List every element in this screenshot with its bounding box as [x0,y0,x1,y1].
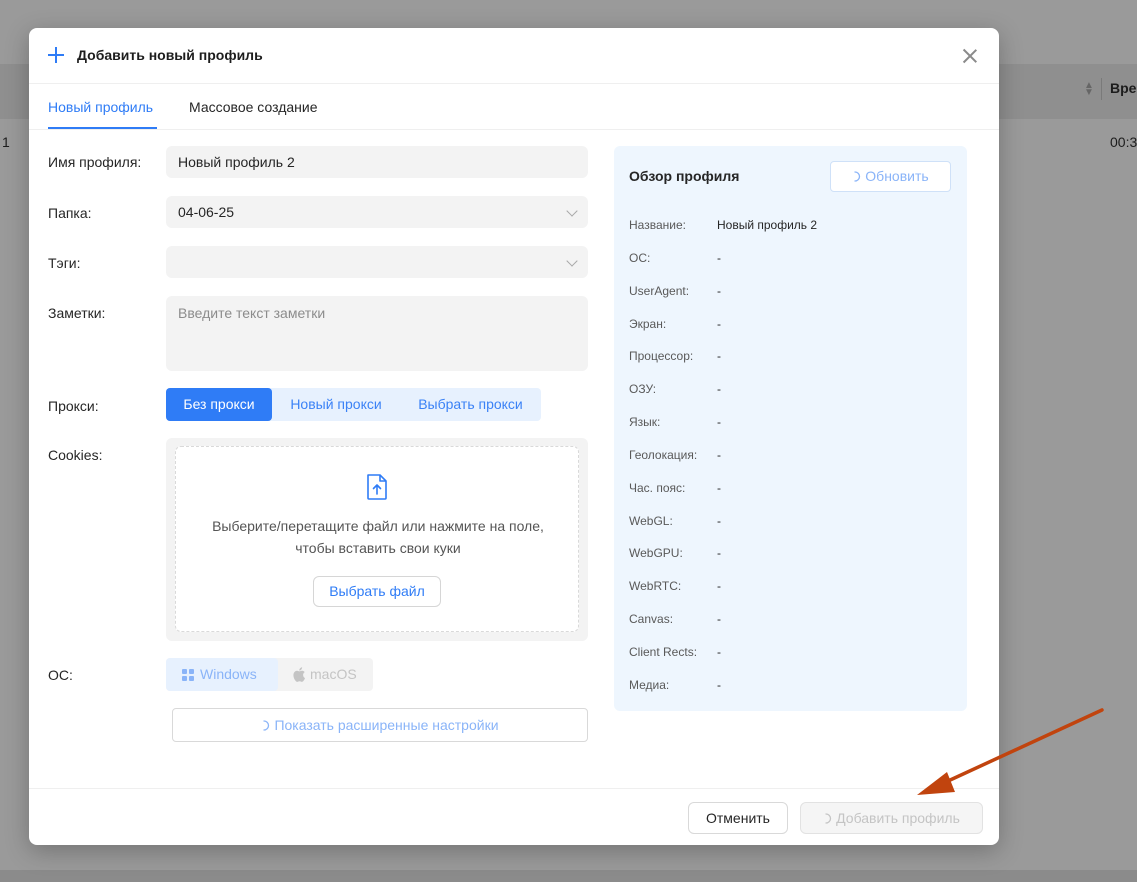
show-advanced-settings-label: Показать расширенные настройки [274,717,499,733]
background-row-time: 00:3 [1110,134,1137,150]
refresh-label: Обновить [865,168,929,184]
overview-value-useragent: - [717,284,721,298]
cookies-dropzone[interactable]: Выберите/перетащите файл или нажмите на … [175,446,579,632]
cookies-dropzone-wrapper: Выберите/перетащите файл или нажмите на … [166,438,588,641]
tags-select[interactable] [166,246,588,278]
modal-header: Добавить новый профиль [29,28,999,84]
macos-option-label: macOS [310,666,357,682]
overview-value-canvas: - [717,612,721,626]
overview-value-geolocation: - [717,448,721,462]
windows-option[interactable]: Windows [166,658,278,691]
overview-value-webgl: - [717,514,721,528]
overview-value-name: Новый профиль 2 [717,218,818,232]
loading-icon [825,813,832,824]
overview-value-webrtc: - [717,579,721,593]
loading-icon [263,720,270,731]
overview-value-language: - [717,415,721,429]
overview-label-canvas: Canvas: [629,612,674,626]
modal-footer: Отменить Добавить профиль [29,788,999,846]
overview-value-timezone: - [717,481,721,495]
cookies-hint: Выберите/перетащите файл или нажмите на … [176,515,580,559]
overview-label-screen: Экран: [629,317,667,331]
overview-value-os: - [717,251,721,265]
background-scrollbar [0,870,1137,882]
choose-proxy-button[interactable]: Выбрать прокси [404,388,537,421]
notes-textarea[interactable]: Введите текст заметки [166,296,588,371]
folder-select[interactable]: 04-06-25 [166,196,588,228]
add-profile-label: Добавить профиль [836,810,960,826]
macos-option[interactable]: macOS [278,658,373,691]
show-advanced-settings-button[interactable]: Показать расширенные настройки [172,708,588,742]
overview-value-cpu: - [717,349,721,363]
add-profile-modal: Добавить новый профиль Новый профиль Мас… [29,28,999,845]
chevron-down-icon [566,205,578,217]
column-divider [1101,78,1102,100]
proxy-label: Прокси: [48,398,99,414]
close-icon[interactable] [962,48,978,64]
profile-name-input[interactable]: Новый профиль 2 [166,146,588,178]
os-label: ОС: [48,667,73,683]
os-segmented-control: Windows macOS [166,658,373,691]
choose-file-button[interactable]: Выбрать файл [313,576,441,607]
loading-icon [854,171,861,182]
profile-name-value: Новый профиль 2 [178,154,295,170]
tab-bulk-create[interactable]: Массовое создание [189,99,317,115]
cancel-button[interactable]: Отменить [688,802,788,834]
overview-value-webgpu: - [717,546,721,560]
background-row-number: 1 [2,134,10,150]
proxy-segmented-control: Без прокси Новый прокси Выбрать прокси [166,388,541,421]
profile-overview-panel: Обзор профиля Обновить Название: Новый п… [614,146,967,711]
file-upload-icon [367,474,387,500]
windows-option-label: Windows [200,666,257,682]
overview-label-webrtc: WebRTC: [629,579,682,593]
windows-icon [182,669,194,681]
notes-placeholder: Введите текст заметки [178,305,326,321]
profile-name-label: Имя профиля: [48,154,142,170]
no-proxy-button[interactable]: Без прокси [166,388,272,421]
active-tab-indicator [48,127,157,129]
overview-value-media: - [717,678,721,692]
cookies-label: Cookies: [48,447,103,463]
cookies-hint-line1: Выберите/перетащите файл или нажмите на … [212,518,544,534]
overview-label-client-rects: Client Rects: [629,645,698,659]
modal-title: Добавить новый профиль [77,47,263,63]
sort-icon: ▲ ▼ [1084,80,1094,98]
overview-label-ram: ОЗУ: [629,382,657,396]
overview-value-ram: - [717,382,721,396]
tab-new-profile[interactable]: Новый профиль [48,99,153,115]
folder-value: 04-06-25 [178,204,235,220]
overview-title: Обзор профиля [629,168,740,184]
overview-label-language: Язык: [629,415,661,429]
background-column-header: Вре [1110,80,1137,96]
overview-label-timezone: Час. пояс: [629,481,686,495]
overview-label-useragent: UserAgent: [629,284,690,298]
overview-label-webgl: WebGL: [629,514,673,528]
refresh-button[interactable]: Обновить [830,161,951,192]
overview-label-cpu: Процессор: [629,349,694,363]
tab-bar: Новый профиль Массовое создание [29,84,999,130]
overview-label-media: Медиа: [629,678,670,692]
overview-label-webgpu: WebGPU: [629,546,683,560]
tags-label: Тэги: [48,255,81,271]
new-proxy-button[interactable]: Новый прокси [278,388,394,421]
overview-value-client-rects: - [717,645,721,659]
notes-label: Заметки: [48,305,106,321]
plus-icon [48,47,64,63]
overview-value-screen: - [717,317,721,331]
overview-label-geolocation: Геолокация: [629,448,698,462]
annotation-arrow [917,708,1104,795]
cookies-hint-line2: чтобы вставить свои куки [295,540,461,556]
folder-label: Папка: [48,205,92,221]
chevron-down-icon [566,255,578,267]
apple-icon [293,667,305,682]
overview-label-os: ОС: [629,251,651,265]
overview-label-name: Название: [629,218,686,232]
